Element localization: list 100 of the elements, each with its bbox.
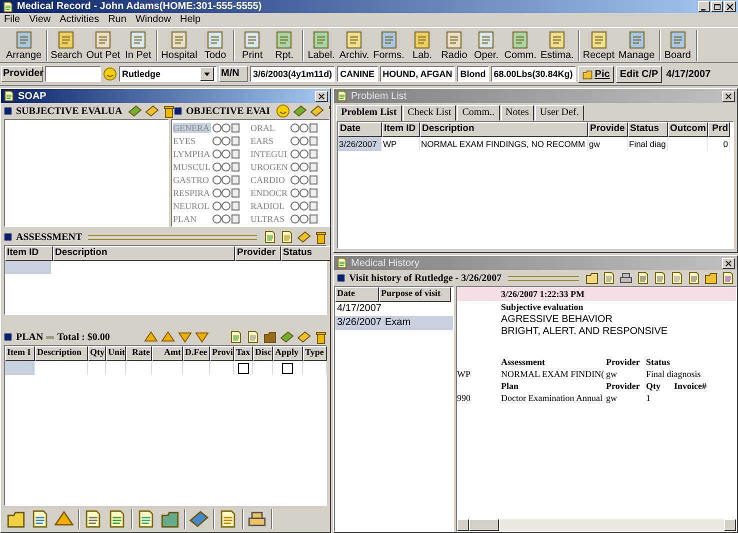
exam-item[interactable]: RADIOL: [250, 200, 288, 210]
species-field[interactable]: CANINE: [337, 66, 378, 82]
exam-item[interactable]: MUSCUL: [173, 162, 211, 172]
column-header: Status: [646, 357, 672, 367]
column-header[interactable]: Purpose of visit: [379, 287, 451, 302]
toolbar-button[interactable]: Radio: [439, 30, 470, 60]
toolbar-button[interactable]: Forms.: [372, 30, 406, 60]
column-header[interactable]: Rate: [126, 346, 152, 361]
column-header[interactable]: Status: [628, 122, 668, 137]
column-header[interactable]: Unit: [106, 346, 126, 361]
exam-item[interactable]: LYMPHA: [173, 148, 211, 158]
column-header[interactable]: Date: [335, 287, 379, 302]
column-header[interactable]: D.Fee: [183, 346, 210, 361]
column-header[interactable]: Description: [53, 246, 235, 261]
window-title: Medical Record - John Adams(HOME:301-555-5555): [17, 1, 262, 12]
table-cell-text: gw: [606, 393, 618, 403]
exam-item[interactable]: PLAN: [173, 214, 211, 224]
column-header[interactable]: Apply: [273, 346, 303, 361]
exam-item[interactable]: RESPIRA: [173, 188, 211, 198]
birth-field[interactable]: 3/6/2003(4y1m11d): [250, 66, 336, 82]
exam-item[interactable]: NEUROL: [173, 200, 211, 210]
toolbar-button[interactable]: In Pet: [123, 30, 154, 60]
pic-button[interactable]: Pic: [578, 66, 614, 82]
weight-field[interactable]: 68.00Lbs(30.84Kg): [490, 66, 576, 82]
menu-item[interactable]: View: [29, 14, 51, 25]
column-header[interactable]: Date: [338, 122, 382, 137]
provider-label: Provider: [1, 66, 43, 82]
column-header[interactable]: Provi: [210, 346, 234, 361]
table-cell-text: WP: [457, 369, 472, 379]
menu-item[interactable]: File: [4, 14, 20, 25]
column-header[interactable]: Amt: [152, 346, 183, 361]
column-header[interactable]: Description: [420, 122, 588, 137]
table-cell-text: Doctor Examination Annual: [501, 393, 604, 403]
table-cell-text: Final diagnosis: [646, 369, 702, 379]
column-header: Assessment: [501, 357, 546, 367]
tab[interactable]: Problem List: [336, 105, 402, 122]
table-cell: WP: [382, 137, 420, 151]
column-header[interactable]: Item ID: [382, 122, 420, 137]
column-header[interactable]: Prd: [708, 122, 730, 137]
exam-item[interactable]: ORAL: [250, 122, 288, 132]
exam-item[interactable]: EYES: [173, 136, 211, 146]
menu-item[interactable]: Activities: [60, 14, 100, 25]
exam-item[interactable]: CARDIO: [250, 174, 288, 184]
mn-label: M/N: [219, 66, 248, 82]
toolbar-button[interactable]: Oper.: [471, 30, 502, 60]
toolbar-button[interactable]: Arrange: [5, 30, 43, 60]
toolbar-button[interactable]: Manage: [618, 30, 656, 60]
subjective-heading: Subjective evaluation: [501, 302, 584, 312]
toolbar-button[interactable]: Search: [50, 30, 84, 60]
total-text: Total : $0.00: [57, 332, 110, 342]
column-header[interactable]: Item I: [5, 346, 35, 361]
visit-row[interactable]: 3/26/2007 Exam: [335, 316, 453, 330]
toolbar-button[interactable]: Label.: [306, 30, 336, 60]
menu-item[interactable]: Help: [180, 14, 201, 25]
section-title: Visit history of Rutledge - 3/26/2007: [349, 272, 502, 284]
toolbar-button[interactable]: Estima.: [539, 30, 575, 60]
toolbar-button[interactable]: Board: [662, 30, 693, 60]
column-header[interactable]: Outcom: [668, 122, 708, 137]
column-header[interactable]: Item ID: [5, 246, 53, 261]
table-cell-text: gw: [606, 369, 618, 379]
patient-dropdown[interactable]: Rutledge: [119, 66, 217, 82]
edit-button[interactable]: Edit C/P: [616, 66, 662, 82]
column-header[interactable]: Tax: [234, 346, 253, 361]
column-header[interactable]: Description: [35, 346, 88, 361]
visit-row[interactable]: 4/17/2007: [335, 302, 453, 316]
timestamp-text: 3/26/2007 1:22:33 PM: [501, 289, 584, 299]
pane-title: Medical History: [351, 258, 420, 268]
toolbar-button[interactable]: Hospital: [160, 30, 198, 60]
subjective-text: AGRESSIVE BEHAVIOR: [501, 314, 613, 324]
toolbar-button[interactable]: Todo: [200, 30, 230, 60]
column-header[interactable]: Provide: [588, 122, 628, 137]
toolbar-button[interactable]: Rpt.: [269, 30, 300, 60]
toolbar-button[interactable]: Lab.: [407, 30, 438, 60]
breed-field[interactable]: HOUND, AFGAN: [380, 66, 456, 82]
toolbar-button[interactable]: Recept: [582, 30, 616, 60]
toolbar-button[interactable]: Out Pet: [85, 30, 122, 60]
column-header: Qty: [646, 381, 662, 391]
toolbar-button[interactable]: Print: [237, 30, 268, 60]
exam-item[interactable]: INTEGUI: [250, 148, 288, 158]
column-header[interactable]: Qty: [88, 346, 106, 361]
subjective-text: BRIGHT, ALERT. AND RESPONSIVE: [501, 326, 668, 336]
table-cell: NORMAL EXAM FINDINGS, NO RECOMM: [420, 137, 588, 151]
column-header[interactable]: Type: [303, 346, 327, 361]
pane-title: SOAP: [18, 90, 46, 102]
toolbar-button[interactable]: Comm.: [503, 30, 538, 60]
column-header[interactable]: Disc: [253, 346, 273, 361]
exam-item[interactable]: UROGEN: [250, 162, 288, 172]
column-header[interactable]: Status: [281, 246, 330, 261]
column-header: Provider: [606, 381, 641, 391]
toolbar-button[interactable]: Archiv.: [338, 30, 370, 60]
menu-item[interactable]: Window: [135, 14, 172, 25]
exam-item[interactable]: GASTRO: [173, 174, 211, 184]
menu-item[interactable]: Run: [108, 14, 126, 25]
exam-item[interactable]: EARS: [250, 136, 288, 146]
exam-item[interactable]: ENDOCR: [250, 188, 288, 198]
column-header[interactable]: Provider: [235, 246, 281, 261]
date-text: 4/17/2007: [666, 68, 711, 80]
coat-field[interactable]: Blond: [457, 66, 489, 82]
exam-item[interactable]: ULTRAS: [250, 214, 288, 224]
section-title: SUBJECTIVE EVALUA: [16, 106, 122, 116]
